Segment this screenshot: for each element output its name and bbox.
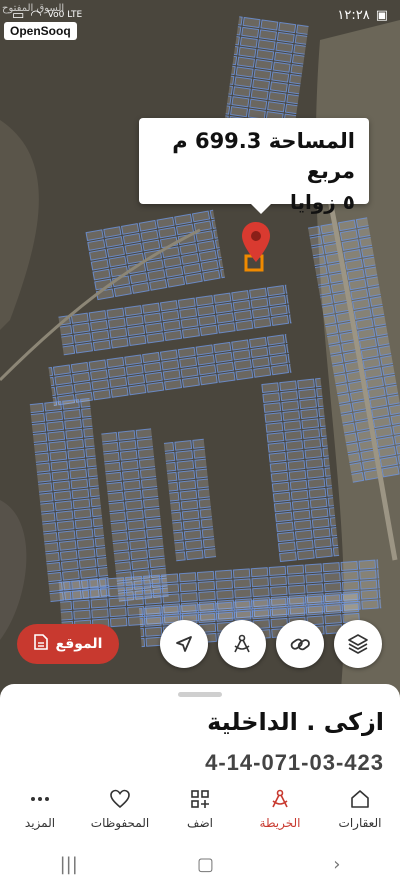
back-chevron-icon[interactable]: › — [333, 854, 340, 875]
home-circle-icon[interactable]: ▢ — [197, 854, 214, 875]
brand-logo: OpenSooq — [4, 22, 77, 40]
navigate-button[interactable] — [160, 620, 208, 668]
share-link-button[interactable] — [276, 620, 324, 668]
layers-icon — [348, 634, 368, 654]
satellite-map[interactable] — [0, 0, 400, 700]
nav-label-map: الخريطة — [259, 816, 301, 830]
navigation-arrow-icon — [176, 636, 192, 652]
location-button[interactable]: الموقع — [17, 624, 119, 664]
parcel-details-sheet: ازكى . الداخلية 4-14-071-03-423 العقارات… — [0, 684, 400, 889]
sheet-drag-handle[interactable] — [178, 692, 222, 697]
link-icon — [290, 638, 310, 651]
nav-label-properties: العقارات — [338, 816, 382, 830]
measure-button[interactable] — [218, 620, 266, 668]
nav-item-more[interactable]: المزيد — [0, 784, 80, 834]
nav-item-saved[interactable]: المحفوظات — [80, 784, 160, 834]
more-dots-icon — [31, 797, 49, 801]
location-pin-icon[interactable] — [242, 222, 270, 262]
location-button-label: الموقع — [55, 636, 103, 652]
parcel-title: ازكى . الداخلية — [207, 708, 384, 736]
system-navigation-bar: ||| ▢ › — [0, 844, 400, 884]
recent-apps-icon[interactable]: ||| — [60, 854, 78, 875]
time-label: ١٢:٢٨ — [337, 7, 370, 23]
gallery-icon: ▣ — [375, 7, 388, 23]
map-compass-icon — [272, 789, 288, 808]
nav-item-properties[interactable]: العقارات — [320, 784, 400, 834]
compass-tool-icon — [234, 634, 250, 653]
nav-label-more: المزيد — [24, 816, 56, 830]
nav-item-map[interactable]: الخريطة — [240, 784, 320, 834]
document-icon — [33, 634, 48, 654]
home-icon — [351, 790, 369, 808]
angles-text: ٥ زوايا — [289, 190, 355, 214]
nav-label-add: اضف — [187, 816, 213, 830]
parcel-info-popup: المساحة 699.3 م مربع ٥ زوايا — [139, 118, 369, 214]
nav-label-saved: المحفوظات — [90, 816, 150, 830]
parcel-code: 4-14-071-03-423 — [205, 750, 384, 775]
add-grid-icon — [191, 790, 209, 808]
layers-button[interactable] — [334, 620, 382, 668]
watermark: السوق المفتوح — [2, 3, 65, 14]
bottom-navigation: العقارات الخريطة اضف المحفوظات المزيد — [0, 784, 400, 834]
area-text: المساحة 699.3 م مربع — [172, 129, 355, 183]
nav-item-add[interactable]: اضف — [160, 784, 240, 834]
heart-icon — [110, 789, 130, 809]
